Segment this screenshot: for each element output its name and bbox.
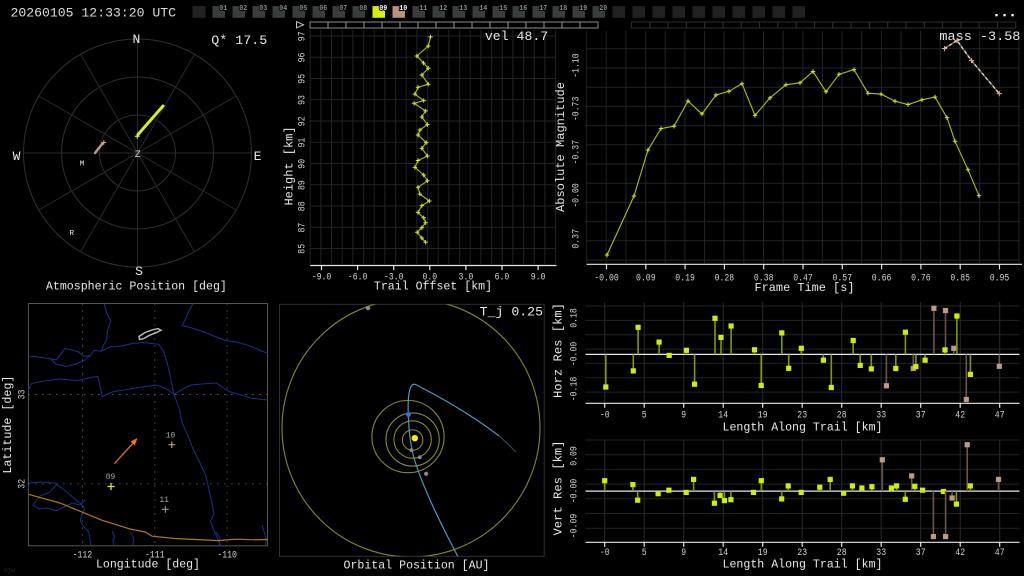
svg-text:Latitude [deg]: Latitude [deg] [1, 376, 15, 474]
svg-text:47: 47 [995, 548, 1005, 559]
svg-text:N: N [132, 32, 140, 47]
svg-text:-0.00: -0.00 [570, 342, 581, 367]
svg-text:9: 9 [681, 548, 686, 559]
svg-text:96: 96 [298, 53, 309, 63]
svg-text:-0.73: -0.73 [572, 97, 583, 122]
svg-text:0.09: 0.09 [636, 274, 656, 285]
svg-text:vel 48.7: vel 48.7 [485, 29, 548, 44]
svg-text:91: 91 [298, 138, 309, 148]
svg-text:E: E [254, 149, 262, 164]
svg-text:-112: -112 [73, 551, 93, 562]
svg-text:Absolute Magnitude: Absolute Magnitude [554, 82, 568, 212]
svg-text:10: 10 [399, 5, 407, 13]
svg-text:93: 93 [298, 95, 309, 105]
svg-text:87: 87 [298, 223, 309, 233]
svg-text:Longitude [deg]: Longitude [deg] [96, 558, 200, 572]
svg-text:0.18: 0.18 [570, 308, 581, 328]
svg-text:04: 04 [279, 5, 287, 13]
svg-text:10: 10 [166, 432, 176, 441]
svg-text:09: 09 [106, 473, 116, 482]
svg-text:0.28: 0.28 [715, 274, 735, 285]
svg-text:13: 13 [459, 5, 467, 13]
svg-text:20260105 12:33:20 UTC: 20260105 12:33:20 UTC [11, 5, 177, 20]
svg-text:14: 14 [479, 5, 487, 13]
svg-text:17: 17 [539, 5, 547, 13]
svg-text:06: 06 [319, 5, 327, 13]
svg-text:11: 11 [419, 5, 427, 13]
svg-text:05: 05 [299, 5, 307, 13]
svg-text:95: 95 [298, 74, 309, 84]
svg-text:0.19: 0.19 [675, 274, 695, 285]
svg-text:6.0: 6.0 [495, 273, 510, 284]
svg-text:9: 9 [681, 411, 686, 422]
svg-text:Atmospheric Position [deg]: Atmospheric Position [deg] [46, 280, 227, 294]
svg-text:Height [km]: Height [km] [283, 127, 297, 206]
svg-text:03: 03 [259, 5, 267, 13]
svg-text:-0: -0 [600, 411, 610, 422]
svg-text:42: 42 [955, 411, 965, 422]
svg-text:Trail Offset [km]: Trail Offset [km] [374, 280, 492, 294]
svg-text:Horz Res [km]: Horz Res [km] [552, 303, 566, 398]
svg-text:-0.09: -0.09 [570, 514, 581, 539]
svg-text:01: 01 [219, 5, 227, 13]
svg-text:08: 08 [359, 5, 367, 13]
svg-text:92: 92 [298, 116, 309, 126]
svg-text:-6.0: -6.0 [348, 273, 368, 284]
svg-text:0.66: 0.66 [872, 274, 892, 285]
svg-text:20: 20 [599, 5, 607, 13]
svg-text:Orbital Position [AU]: Orbital Position [AU] [344, 559, 490, 573]
svg-text:37: 37 [916, 548, 926, 559]
svg-text:-0.00: -0.00 [570, 479, 581, 504]
svg-text:Frame Time [s]: Frame Time [s] [755, 281, 855, 295]
svg-text:Length Along Trail [km]: Length Along Trail [km] [723, 558, 883, 572]
svg-text:37: 37 [916, 411, 926, 422]
svg-text:0.09: 0.09 [570, 446, 581, 466]
svg-text:0.37: 0.37 [572, 229, 583, 249]
svg-text:0.85: 0.85 [950, 274, 970, 285]
svg-text:-110: -110 [217, 551, 237, 562]
svg-text:0.76: 0.76 [911, 274, 931, 285]
svg-text:47: 47 [995, 411, 1005, 422]
svg-text:mass -3.58: mass -3.58 [939, 29, 1020, 44]
svg-text:88: 88 [298, 201, 309, 211]
svg-text:Vert Res [km]: Vert Res [km] [552, 441, 566, 536]
svg-text:Q* 17.5: Q* 17.5 [211, 33, 267, 48]
svg-text:02: 02 [239, 5, 247, 13]
svg-text:-0.00: -0.00 [594, 274, 619, 285]
svg-text:njw: njw [4, 567, 15, 574]
svg-text:33: 33 [18, 390, 29, 400]
svg-text:15: 15 [499, 5, 507, 13]
svg-text:Length Along Trail [km]: Length Along Trail [km] [723, 421, 883, 435]
svg-text:09: 09 [379, 5, 387, 13]
svg-text:M: M [80, 161, 85, 169]
svg-text:32: 32 [18, 479, 29, 489]
svg-text:89: 89 [298, 180, 309, 190]
svg-text:-0.37: -0.37 [572, 140, 583, 165]
svg-text:19: 19 [579, 5, 587, 13]
svg-text:-0: -0 [600, 548, 610, 559]
svg-text:5: 5 [642, 411, 647, 422]
svg-text:18: 18 [559, 5, 567, 13]
svg-text:16: 16 [519, 5, 527, 13]
svg-text:T_j 0.25: T_j 0.25 [480, 305, 543, 320]
svg-text:R: R [70, 230, 75, 238]
svg-text:97: 97 [298, 31, 309, 41]
svg-text:07: 07 [339, 5, 347, 13]
svg-text:12: 12 [439, 5, 447, 13]
svg-text:5: 5 [642, 548, 647, 559]
svg-text:0.95: 0.95 [990, 274, 1010, 285]
svg-text:90: 90 [298, 159, 309, 169]
svg-text:-0.18: -0.18 [570, 377, 581, 402]
svg-text:-1.10: -1.10 [572, 53, 583, 78]
svg-text:Z: Z [135, 150, 141, 161]
svg-text:S: S [135, 264, 143, 279]
svg-text:11: 11 [159, 496, 169, 505]
svg-text:-9.0: -9.0 [312, 273, 332, 284]
svg-text:85: 85 [298, 244, 309, 254]
svg-text:-0.00: -0.00 [572, 183, 583, 208]
svg-text:W: W [13, 149, 21, 164]
svg-text:9.0: 9.0 [531, 273, 546, 284]
svg-text:42: 42 [955, 548, 965, 559]
